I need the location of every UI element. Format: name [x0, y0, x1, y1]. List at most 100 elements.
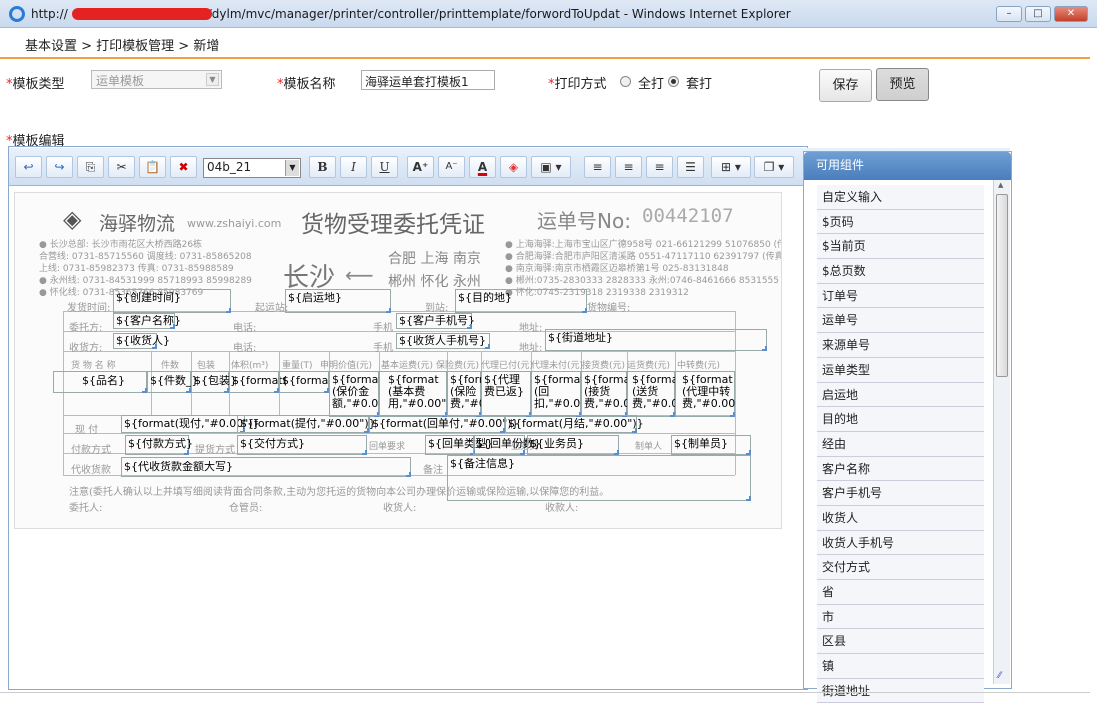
field-consignee-name[interactable]: ${收货人}	[113, 333, 170, 349]
save-button[interactable]: 保存	[819, 69, 872, 102]
maximize-button[interactable]: □	[1025, 6, 1051, 22]
field-pack[interactable]: ${包装}	[191, 371, 237, 393]
align-center-icon[interactable]: ≡	[615, 156, 642, 178]
field-origin[interactable]: ${启运地}	[285, 289, 391, 313]
field-pay-pickup[interactable]: ${format(提付,"#0.00")}	[237, 415, 376, 433]
component-item[interactable]: 客户手机号	[817, 481, 984, 506]
layer-dropdown-icon[interactable]: ❐ ▾	[754, 156, 794, 178]
field-pay-month[interactable]: ${format(月结,"#0.00")}	[505, 415, 644, 433]
field-receipt-type[interactable]: ${回单类型}	[425, 435, 493, 455]
field-goods[interactable]: ${品名}	[53, 371, 147, 393]
field-cod[interactable]: ${代收货款金额大写}	[121, 457, 411, 477]
receiver-label: 收货人:	[383, 503, 417, 514]
template-canvas[interactable]: ◈ 海驿物流 www.zshaiyi.com 货物受理委托凭证 运单号No: 0…	[14, 192, 782, 529]
component-item[interactable]: 交付方式	[817, 555, 984, 580]
agent-header: 代理已付(元)	[481, 361, 534, 371]
field-consignee-mobile[interactable]: ${收货人手机号}	[396, 333, 490, 349]
redo-icon[interactable]: ↪	[46, 156, 73, 178]
undo-icon[interactable]: ↩	[15, 156, 42, 178]
component-item[interactable]: 收货人手机号	[817, 530, 984, 556]
panel-scrollbar[interactable]: ▲ ⁄⁄	[993, 180, 1010, 684]
component-item[interactable]: 运单号	[817, 308, 984, 334]
field-pickup[interactable]: ${交付方式}	[237, 435, 367, 455]
field-salesman[interactable]: ${业务员}	[527, 435, 619, 455]
component-item[interactable]: 区县	[817, 629, 984, 655]
field-basefee[interactable]: ${format (基本费用,"#0.00")	[379, 371, 447, 417]
component-item[interactable]: 经由	[817, 431, 984, 457]
component-item[interactable]: 市	[817, 604, 984, 630]
field-weight[interactable]: ${forma	[279, 371, 329, 393]
component-item[interactable]: 启运地	[817, 382, 984, 408]
field-pay-return[interactable]: ${format(回单付,"#0.00")}	[369, 415, 519, 433]
component-item[interactable]: $当前页	[817, 234, 984, 260]
volume-header: 体积(m³)	[231, 361, 269, 371]
qty-header: 件数	[161, 361, 180, 371]
template-type-select[interactable]: 运单模板 ▼	[91, 70, 222, 89]
company-website: www.zshaiyi.com	[187, 217, 282, 230]
origin-label: 起运站:	[255, 303, 289, 314]
fill-color-icon[interactable]: ◈	[500, 156, 527, 178]
minimize-button[interactable]: –	[996, 6, 1022, 22]
field-pay-now[interactable]: ${format(现付,"#0.00")}	[121, 415, 260, 433]
company-name: 海驿物流	[99, 213, 176, 235]
print-full-radio[interactable]	[620, 76, 631, 87]
font-grow-icon[interactable]: A⁺	[407, 156, 434, 178]
transport-header: 运货费(元)	[627, 361, 671, 371]
field-qty[interactable]: ${件数_}	[147, 371, 199, 393]
resize-grip-icon[interactable]: ⁄⁄	[998, 671, 1001, 681]
component-item[interactable]: 运单类型	[817, 357, 984, 383]
font-shrink-icon[interactable]: A⁻	[438, 156, 465, 178]
field-paymethod[interactable]: ${付款方式}	[125, 435, 193, 455]
print-overlay-radio[interactable]	[668, 76, 679, 87]
field-dest[interactable]: ${目的地}	[455, 289, 587, 313]
component-item[interactable]: 客户名称	[817, 456, 984, 482]
align-left-icon[interactable]: ≡	[584, 156, 611, 178]
ship-time-label: 发货时间:	[67, 303, 111, 314]
field-agentpay[interactable]: ${format (回扣,"#0.0	[531, 371, 582, 417]
font-select[interactable]: 04b_21 ▼	[203, 158, 301, 178]
font-color-icon[interactable]: A	[469, 156, 496, 178]
field-consignor-mobile[interactable]: ${客户手机号}	[396, 313, 475, 329]
component-item[interactable]: 街道地址	[817, 678, 984, 703]
component-item[interactable]: 省	[817, 580, 984, 605]
bold-button[interactable]: B	[309, 156, 336, 178]
component-item[interactable]: 来源单号	[817, 333, 984, 358]
component-item[interactable]: 收货人	[817, 505, 984, 531]
field-street[interactable]: ${街道地址}	[545, 329, 767, 351]
component-item[interactable]: $页码	[817, 209, 984, 235]
field-volume[interactable]: ${format(	[229, 371, 287, 393]
component-item[interactable]: 目的地	[817, 407, 984, 432]
field-remark[interactable]: ${备注信息}	[447, 455, 751, 501]
copy-icon[interactable]: ⎘	[77, 156, 104, 178]
component-item[interactable]: $总页数	[817, 259, 984, 284]
preview-button[interactable]: 预览	[876, 68, 929, 101]
field-transfer[interactable]: ${format (代理中转费,"#0.00	[675, 371, 735, 417]
component-item[interactable]: 自定义输入	[817, 185, 984, 210]
align-right-icon[interactable]: ≡	[646, 156, 673, 178]
justify-icon[interactable]: ☰	[677, 156, 704, 178]
border-dropdown-icon[interactable]: ⊞ ▾	[711, 156, 751, 178]
city-row2: 郴州 怀化 永州	[388, 274, 481, 290]
cut-icon[interactable]: ✂	[108, 156, 135, 178]
template-name-input[interactable]: 海驿运单套打模板1	[361, 70, 495, 90]
italic-button[interactable]: I	[340, 156, 367, 178]
field-agent[interactable]: ${代理 费已返}	[481, 371, 531, 417]
image-dropdown-icon[interactable]: ▣ ▾	[531, 156, 571, 178]
delete-icon[interactable]: ✖	[170, 156, 197, 178]
underline-button[interactable]: U	[371, 156, 398, 178]
scrollbar-thumb[interactable]	[996, 194, 1008, 377]
field-consignor-name[interactable]: ${客户名称}	[113, 313, 181, 329]
field-declared[interactable]: ${format (保价金额,"#0.00"	[329, 371, 380, 417]
field-maker[interactable]: ${制单员}	[671, 435, 751, 455]
component-item[interactable]: 订单号	[817, 283, 984, 309]
scroll-up-icon[interactable]: ▲	[998, 181, 1003, 189]
window-titlebar: http:///dylm/mvc/manager/printer/control…	[0, 0, 1097, 28]
paste-icon[interactable]: 📋	[139, 156, 166, 178]
close-button[interactable]: ✕	[1054, 6, 1088, 22]
field-insure[interactable]: ${form (保险费,"#0	[447, 371, 482, 417]
field-ship-time[interactable]: ${创建时间}	[113, 289, 231, 313]
field-receipt-num[interactable]: ${回单份数}	[473, 435, 541, 455]
field-delivery[interactable]: ${format (接货费,"#0.0	[581, 371, 628, 417]
field-transport[interactable]: ${format (送货费,"#0.00	[627, 371, 676, 417]
component-item[interactable]: 镇	[817, 654, 984, 679]
